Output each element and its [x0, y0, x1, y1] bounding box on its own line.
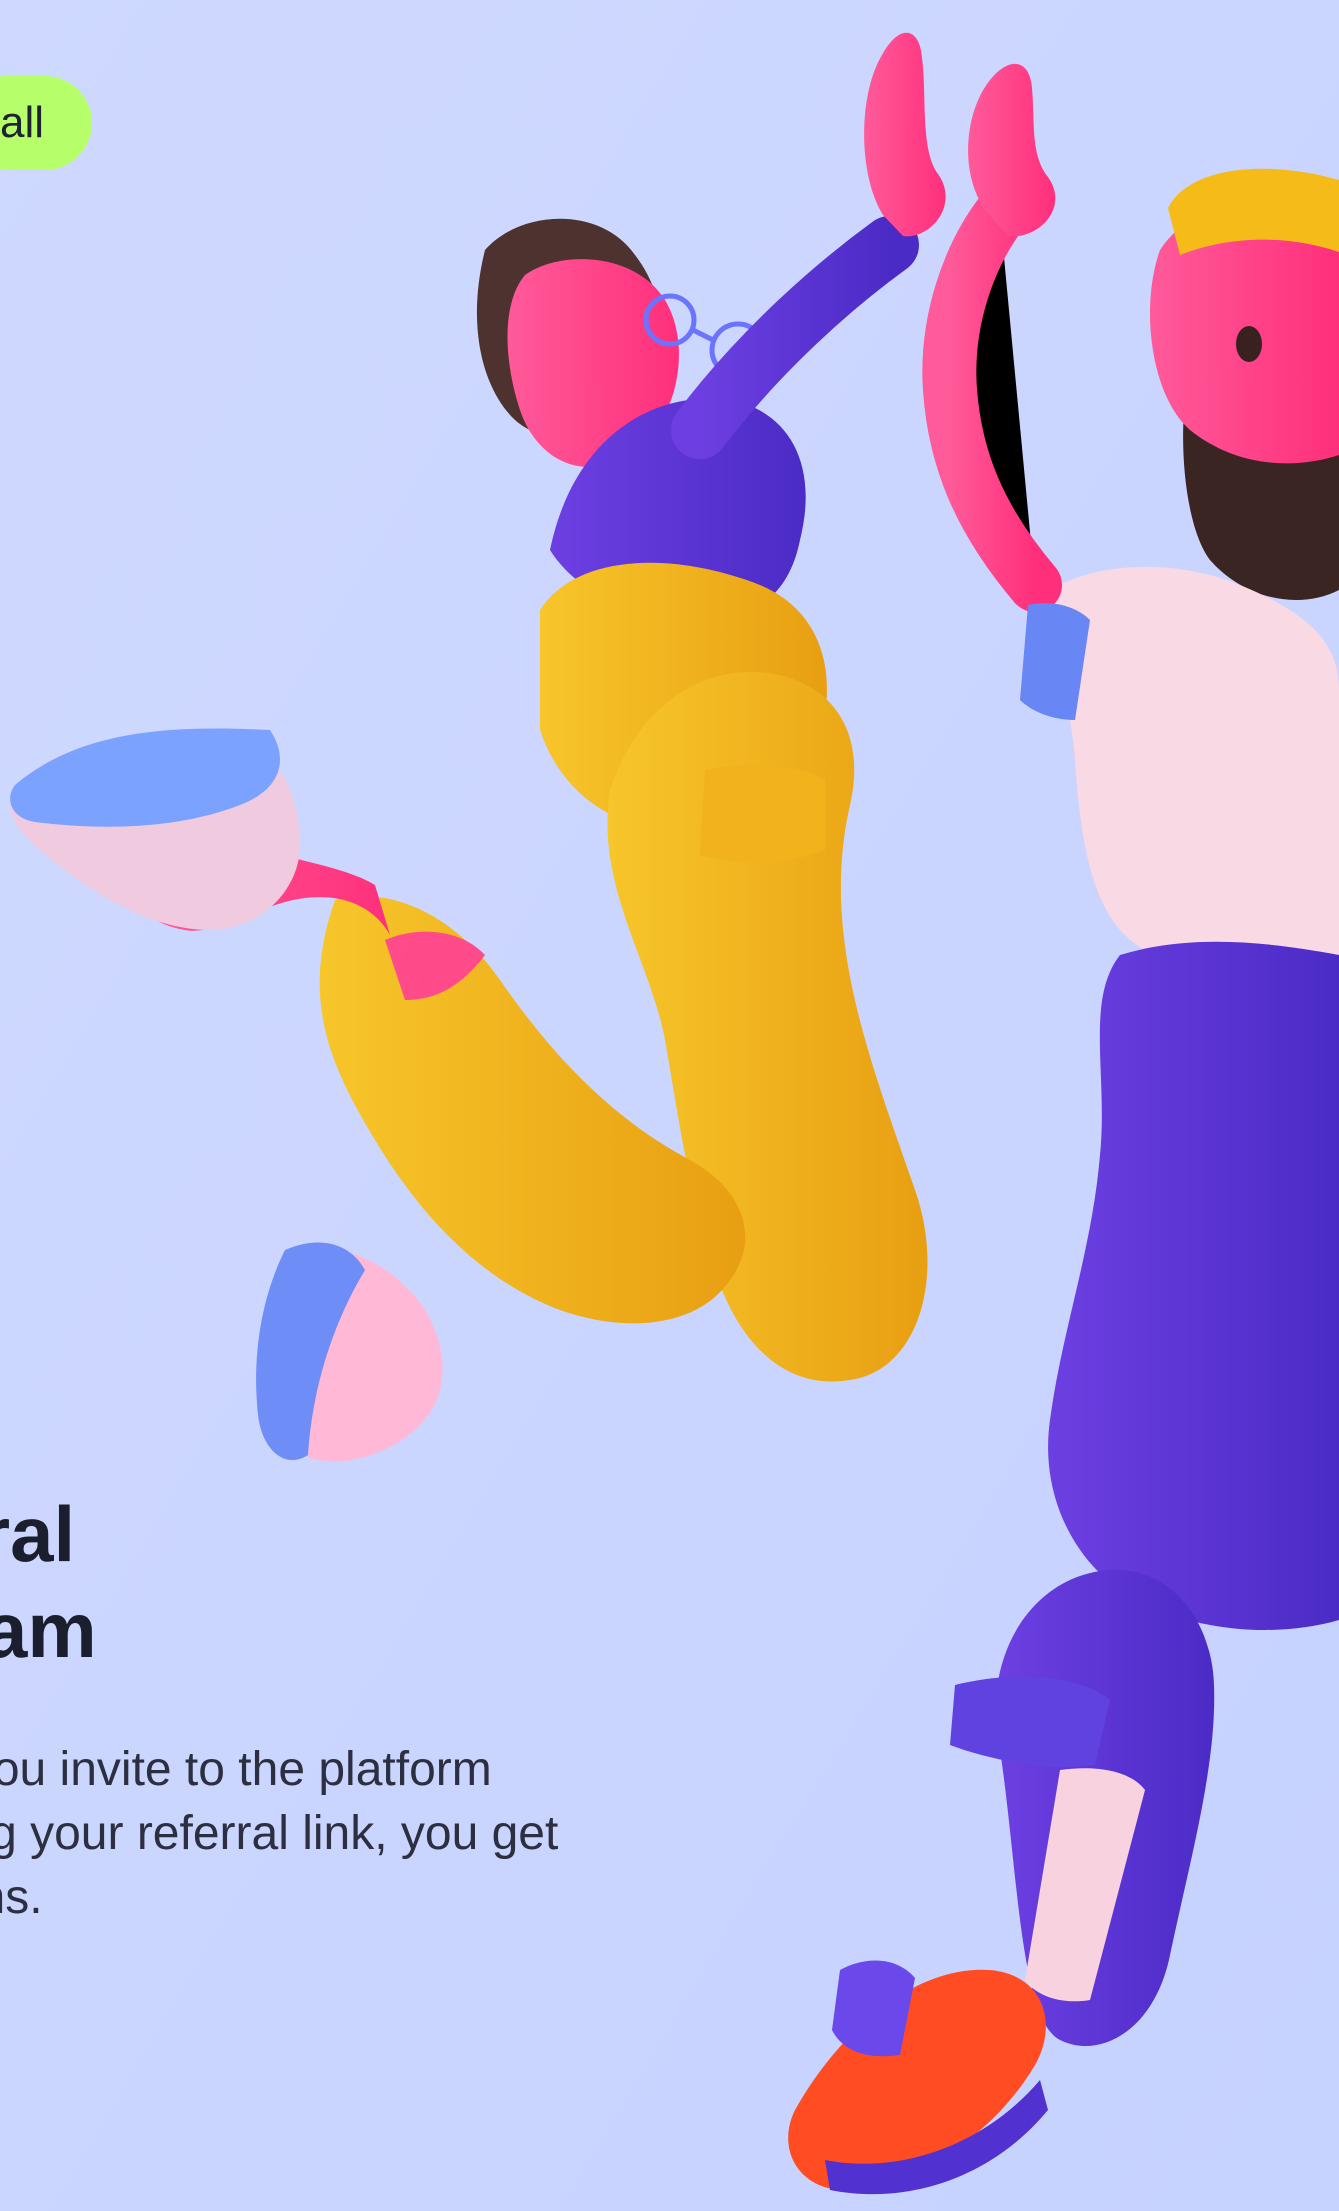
description-line-2: ers using your referral link, you get — [0, 1807, 559, 1860]
title-line-2: gram — [0, 1586, 97, 1674]
title-line-1: erral — [0, 1490, 76, 1578]
description-line-1: neone you invite to the platform — [0, 1743, 492, 1796]
page-title: erral gram — [0, 1486, 97, 1678]
referral-program-scene: all erral gram neone you invite to the p… — [0, 0, 1339, 2211]
description-line-3: r1 Tokens. — [0, 1871, 43, 1924]
referral-description: neone you invite to the platform ers usi… — [0, 1738, 558, 1930]
join-all-button[interactable]: all — [0, 76, 93, 170]
